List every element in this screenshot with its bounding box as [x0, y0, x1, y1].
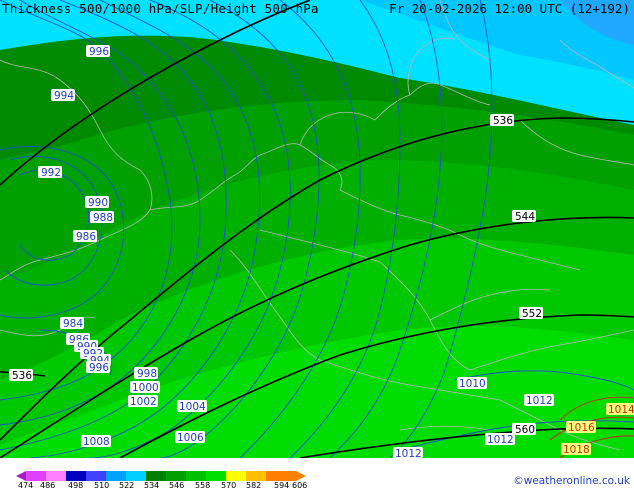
- legend-tick: 534: [144, 481, 160, 490]
- isobar-label: 1004: [179, 401, 206, 413]
- isobar-label: 1000: [132, 382, 159, 394]
- isobar-label: 984: [63, 318, 83, 330]
- isobar-label: 1016: [568, 422, 595, 434]
- isobar-label: 1014: [608, 404, 634, 416]
- isobar-label: 990: [88, 197, 108, 209]
- legend-tick: 570: [221, 481, 237, 490]
- legend-tick: 486: [40, 481, 56, 490]
- isobar-label: 1012: [487, 434, 514, 446]
- map-canvas: 996 994 992 990 988 986 984 986 990 992 …: [0, 0, 634, 458]
- contour-label: 536: [493, 115, 513, 127]
- isobar-label: 994: [54, 90, 74, 102]
- legend-tick: 474: [18, 481, 34, 490]
- isobar-label: 1006: [177, 432, 204, 444]
- contour-label: 536: [12, 370, 32, 382]
- isobar-label: 1010: [459, 378, 486, 390]
- color-legend: [16, 471, 306, 481]
- legend-tick: 498: [68, 481, 84, 490]
- contour-label: 544: [515, 211, 535, 223]
- map-title: Thickness 500/1000 hPa/SLP/Height 500 hP…: [2, 1, 319, 16]
- isobar-label: 1012: [395, 448, 422, 458]
- legend-tick: 594: [274, 481, 290, 490]
- isobar-label: 996: [89, 362, 109, 374]
- isobar-label: 986: [76, 231, 96, 243]
- isobar-label: 996: [89, 46, 109, 58]
- isobar-label: 988: [93, 212, 113, 224]
- isobar-label: 1008: [83, 436, 110, 448]
- isobar-label: 992: [41, 167, 61, 179]
- isobar-label: 1012: [526, 395, 553, 407]
- legend-tick: 606: [292, 481, 308, 490]
- contour-label: 560: [515, 424, 535, 436]
- copyright-link[interactable]: ©weatheronline.co.uk: [513, 475, 630, 487]
- contour-label: 552: [522, 308, 542, 320]
- valid-time: Fr 20-02-2026 12:00 UTC (12+192): [389, 1, 630, 16]
- legend-tick: 510: [94, 481, 110, 490]
- isobar-label: 998: [137, 368, 157, 380]
- isobar-label: 1018: [563, 444, 590, 456]
- weather-map: 996 994 992 990 988 986 984 986 990 992 …: [0, 0, 634, 458]
- legend-tick: 582: [246, 481, 262, 490]
- legend-tick: 522: [119, 481, 135, 490]
- isobar-label: 1002: [130, 396, 157, 408]
- legend-tick: 558: [195, 481, 211, 490]
- legend-tick: 546: [169, 481, 185, 490]
